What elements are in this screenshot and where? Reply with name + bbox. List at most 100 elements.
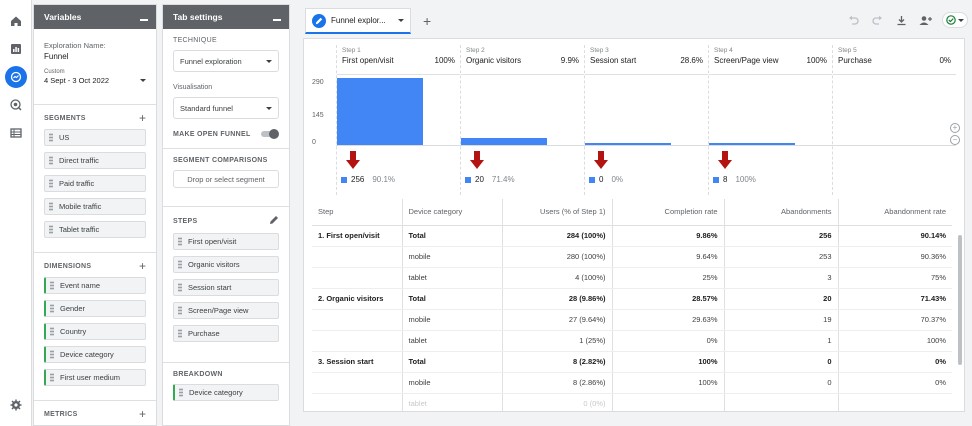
funnel-step-title: Organic visitors 9.9% [466, 56, 579, 65]
dimension-chip[interactable]: First user medium [44, 369, 146, 386]
funnel-step-header[interactable]: Step 3 Session start 28.6% [585, 45, 708, 75]
funnel-bar[interactable] [461, 138, 547, 145]
breakdown-section: BREAKDOWN Device category [163, 363, 289, 409]
drag-handle-icon[interactable] [178, 306, 182, 315]
add-metric-icon[interactable]: + [139, 408, 146, 420]
table-cell: 27 (9.64%) [502, 309, 613, 331]
table-row[interactable]: mobile 280 (100%) 9.64% 253 90.36% [312, 246, 952, 268]
share-user-icon[interactable] [918, 13, 932, 27]
breakdown-label: BREAKDOWN [173, 371, 223, 378]
add-dimension-icon[interactable]: + [139, 260, 146, 272]
step-chip[interactable]: Screen/Page view [173, 302, 279, 319]
table-row[interactable]: mobile 8 (2.86%) 100% 0 0% [312, 372, 952, 394]
drag-handle-icon[interactable] [50, 327, 54, 336]
segment-drop-target[interactable]: Drop or select segment [173, 170, 279, 188]
collapse-icon[interactable] [140, 19, 148, 21]
collapse-icon[interactable] [273, 19, 281, 21]
drag-handle-icon[interactable] [49, 179, 53, 188]
drag-handle-icon[interactable] [178, 283, 182, 292]
table-cell: 3. Session start [312, 351, 403, 373]
segment-chip[interactable]: Mobile traffic [44, 198, 146, 215]
add-tab-icon[interactable]: + [423, 13, 431, 29]
table-row[interactable]: 3. Session start Total 8 (2.82%) 100% 0 0% [312, 351, 952, 373]
chevron-down-icon[interactable] [398, 19, 404, 22]
dimension-chip[interactable]: Gender [44, 300, 146, 317]
segment-chip-label: Paid traffic [59, 179, 95, 188]
drag-handle-icon[interactable] [50, 281, 54, 290]
drag-handle-icon[interactable] [50, 350, 54, 359]
visualisation-select[interactable]: Standard funnel [173, 97, 279, 119]
abandonment-percent: 0% [611, 175, 624, 184]
drag-handle-icon[interactable] [50, 373, 54, 382]
dimension-chip-label: Country [60, 327, 87, 336]
redo-icon[interactable] [870, 13, 884, 27]
step-chip[interactable]: First open/visit [173, 233, 279, 250]
tab-settings-title: Tab settings [173, 12, 223, 22]
column-header[interactable]: Abandonment rate [838, 199, 952, 226]
table-row[interactable]: tablet 4 (100%) 25% 3 75% [312, 267, 952, 289]
drag-handle-icon[interactable] [49, 156, 53, 165]
list-icon[interactable] [9, 126, 23, 140]
vertical-scrollbar[interactable] [958, 235, 962, 365]
drag-handle-icon[interactable] [49, 225, 53, 234]
abandon-arrow-icon [594, 151, 608, 169]
funnel-step-header[interactable]: Step 2 Organic visitors 9.9% [461, 45, 584, 75]
funnel-step-header[interactable]: Step 5 Purchase 0% [833, 45, 956, 75]
steps-label: STEPS [173, 217, 198, 225]
undo-icon[interactable] [846, 13, 860, 27]
abandon-arrow-icon [470, 151, 484, 169]
status-check-menu[interactable] [942, 12, 968, 28]
step-chip[interactable]: Purchase [173, 325, 279, 342]
home-icon[interactable] [9, 14, 23, 28]
funnel-step-header[interactable]: Step 1 First open/visit 100% [337, 45, 460, 75]
tab-funnel-exploration[interactable]: Funnel explor... [305, 8, 411, 34]
exploration-name-input[interactable]: Funnel [44, 52, 146, 61]
drag-handle-icon[interactable] [178, 260, 182, 269]
table-row[interactable]: 1. First open/visit Total 284 (100%) 9.86% 2… [312, 225, 952, 247]
drag-handle-icon[interactable] [49, 202, 53, 211]
download-icon[interactable] [894, 13, 908, 27]
segment-chip[interactable]: Direct traffic [44, 152, 146, 169]
column-header[interactable]: Users (% of Step 1) [502, 199, 613, 226]
table-row[interactable]: tablet 1 (25%) 0% 1 100% [312, 330, 952, 352]
open-funnel-toggle[interactable] [259, 129, 279, 139]
pencil-icon[interactable] [269, 215, 279, 227]
date-range-picker[interactable]: 4 Sept - 3 Oct 2022 [44, 76, 146, 85]
drag-handle-icon[interactable] [50, 304, 54, 313]
drag-handle-icon[interactable] [178, 329, 182, 338]
funnel-step-number: Step 4 [714, 47, 733, 54]
drag-handle-icon[interactable] [179, 388, 183, 397]
column-header[interactable]: Completion rate [612, 199, 725, 226]
dimension-chip[interactable]: Country [44, 323, 146, 340]
explore-icon[interactable] [5, 66, 27, 88]
column-header[interactable]: Abandonments [724, 199, 839, 226]
step-chip[interactable]: Session start [173, 279, 279, 296]
add-segment-icon[interactable]: + [139, 112, 146, 124]
gear-icon[interactable] [9, 398, 23, 412]
check-circle-icon [946, 15, 956, 25]
funnel-bar[interactable] [337, 78, 423, 145]
dimension-chip[interactable]: Device category [44, 346, 146, 363]
reports-icon[interactable] [9, 42, 23, 56]
variables-title: Variables [44, 12, 82, 22]
advertising-icon[interactable] [9, 98, 23, 112]
drag-handle-icon[interactable] [49, 133, 53, 142]
table-row[interactable]: 2. Organic visitors Total 28 (9.86%) 28.57%… [312, 288, 952, 310]
segment-chip[interactable]: Paid traffic [44, 175, 146, 192]
table-cell [312, 372, 403, 394]
segment-chip[interactable]: Tablet traffic [44, 221, 146, 238]
table-cell: tablet [402, 267, 503, 289]
chevron-down-icon [266, 106, 272, 110]
table-row[interactable]: mobile 27 (9.64%) 29.63% 19 70.37% [312, 309, 952, 331]
breakdown-chip[interactable]: Device category [173, 384, 279, 401]
segment-chip[interactable]: US [44, 129, 146, 146]
step-chip[interactable]: Organic visitors [173, 256, 279, 273]
funnel-step-header[interactable]: Step 4 Screen/Page view 100% [709, 45, 832, 75]
drag-handle-icon[interactable] [178, 237, 182, 246]
table-row[interactable]: tablet 0 (0%) [312, 393, 952, 411]
column-header[interactable]: Device category [402, 199, 503, 226]
table-cell: 1 [724, 330, 839, 352]
technique-select[interactable]: Funnel exploration [173, 50, 279, 72]
column-header[interactable]: Step [312, 199, 403, 226]
dimension-chip[interactable]: Event name [44, 277, 146, 294]
